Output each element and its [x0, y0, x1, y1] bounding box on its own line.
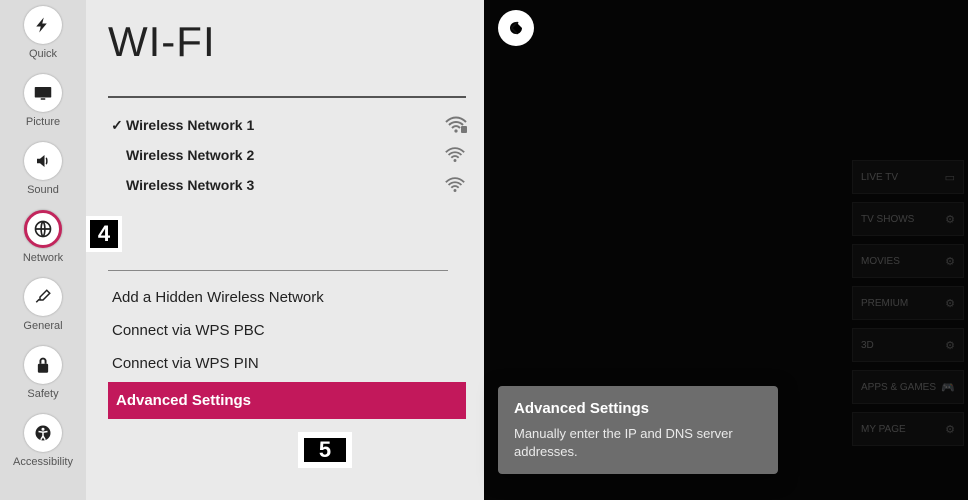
- wifi-network-name: Wireless Network 2: [126, 147, 444, 163]
- tooltip-advanced-settings: Advanced Settings Manually enter the IP …: [498, 386, 778, 474]
- sidebar-item-label: Safety: [27, 388, 58, 400]
- step-callout-5: 5: [298, 432, 352, 468]
- picture-icon: [24, 74, 62, 112]
- rail-item-label: MY PAGE: [861, 424, 906, 435]
- option-advanced-settings[interactable]: Advanced Settings: [108, 382, 466, 419]
- wifi-network-row[interactable]: Wireless Network 2: [108, 140, 466, 170]
- speaker-icon: [24, 142, 62, 180]
- sidebar-item-sound[interactable]: Sound: [0, 142, 86, 196]
- option-connect-wps-pbc[interactable]: Connect via WPS PBC: [108, 314, 466, 347]
- wifi-signal-icon: [444, 146, 466, 164]
- step-callout-4: 4: [86, 216, 122, 252]
- page-title: WI-FI: [108, 18, 466, 66]
- wifi-network-row[interactable]: ✓ Wireless Network 1: [108, 110, 466, 140]
- step-callout-label: 5: [304, 438, 346, 462]
- divider: [108, 96, 466, 98]
- tools-icon: [24, 278, 62, 316]
- rail-item-label: APPS & GAMES: [861, 382, 936, 393]
- sidebar-item-label: Sound: [27, 184, 59, 196]
- lock-icon: [24, 346, 62, 384]
- back-button[interactable]: [498, 10, 534, 46]
- sidebar-item-accessibility[interactable]: Accessibility: [0, 414, 86, 468]
- sidebar-item-label: General: [23, 320, 62, 332]
- sidebar-item-quick[interactable]: Quick: [0, 6, 86, 60]
- gear-icon: ⚙: [945, 213, 955, 226]
- option-connect-wps-pin[interactable]: Connect via WPS PIN: [108, 347, 466, 380]
- rail-item-premium[interactable]: PREMIUM ⚙: [852, 286, 964, 320]
- sidebar-item-network[interactable]: Network: [0, 210, 86, 264]
- wifi-settings-panel: WI-FI ✓ Wireless Network 1 Wireless Netw…: [86, 0, 484, 500]
- back-icon: [507, 19, 525, 37]
- rail-item-3d[interactable]: 3D ⚙: [852, 328, 964, 362]
- rail-item-apps-games[interactable]: APPS & GAMES 🎮: [852, 370, 964, 404]
- rail-item-label: 3D: [861, 340, 874, 351]
- gamepad-icon: 🎮: [941, 381, 955, 394]
- rail-item-label: TV SHOWS: [861, 214, 914, 225]
- accessibility-icon: [24, 414, 62, 452]
- sidebar-item-safety[interactable]: Safety: [0, 346, 86, 400]
- step-callout-label: 4: [90, 220, 118, 248]
- gear-icon: ⚙: [945, 339, 955, 352]
- rail-item-label: PREMIUM: [861, 298, 908, 309]
- category-rail: LIVE TV ▭ TV SHOWS ⚙ MOVIES ⚙ PREMIUM ⚙ …: [852, 160, 964, 446]
- divider: [108, 270, 448, 271]
- wifi-network-name: Wireless Network 3: [126, 177, 444, 193]
- rail-item-my-page[interactable]: MY PAGE ⚙: [852, 412, 964, 446]
- wifi-network-row[interactable]: Wireless Network 3: [108, 170, 466, 200]
- tooltip-title: Advanced Settings: [514, 400, 762, 417]
- rail-item-label: MOVIES: [861, 256, 900, 267]
- tv-icon: ▭: [945, 171, 955, 184]
- rail-item-tv-shows[interactable]: TV SHOWS ⚙: [852, 202, 964, 236]
- sidebar-item-general[interactable]: General: [0, 278, 86, 332]
- rail-item-live-tv[interactable]: LIVE TV ▭: [852, 160, 964, 194]
- option-add-hidden-network[interactable]: Add a Hidden Wireless Network: [108, 281, 466, 314]
- gear-icon: ⚙: [945, 297, 955, 310]
- sidebar-item-label: Network: [23, 252, 63, 264]
- globe-icon: [24, 210, 62, 248]
- rail-item-movies[interactable]: MOVIES ⚙: [852, 244, 964, 278]
- rail-item-label: LIVE TV: [861, 172, 898, 183]
- wifi-signal-icon: [444, 176, 466, 194]
- tooltip-body: Manually enter the IP and DNS server add…: [514, 425, 762, 460]
- bolt-icon: [24, 6, 62, 44]
- wifi-network-name: Wireless Network 1: [126, 117, 444, 133]
- checkmark-icon: ✓: [108, 117, 126, 134]
- settings-sidebar: Quick Picture Sound Network General Safe…: [0, 0, 86, 500]
- sidebar-item-picture[interactable]: Picture: [0, 74, 86, 128]
- gear-icon: ⚙: [945, 423, 955, 436]
- sidebar-item-label: Picture: [26, 116, 60, 128]
- sidebar-item-label: Accessibility: [13, 456, 73, 468]
- gear-icon: ⚙: [945, 255, 955, 268]
- wifi-secured-icon: [444, 116, 466, 134]
- sidebar-item-label: Quick: [29, 48, 57, 60]
